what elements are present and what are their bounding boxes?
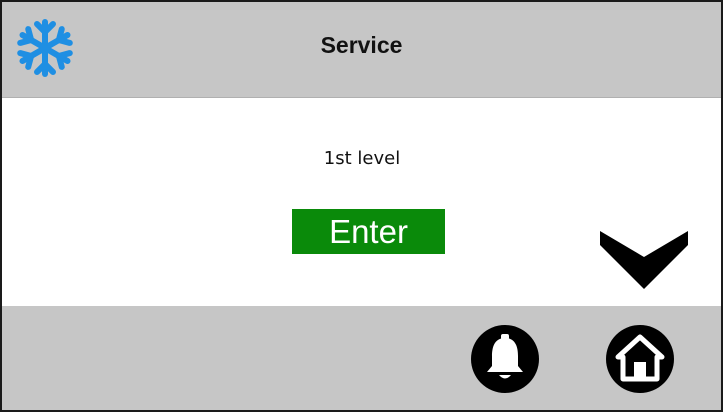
enter-button[interactable]: Enter xyxy=(292,209,445,254)
page-title: Service xyxy=(320,32,403,58)
footer-bar xyxy=(2,306,721,410)
home-icon xyxy=(606,325,674,393)
header-bar: Service xyxy=(2,2,721,98)
alarm-button[interactable] xyxy=(470,324,540,394)
bell-icon xyxy=(471,325,539,393)
level-label: 1st level xyxy=(323,148,401,169)
service-screen: Service 1st level Enter xyxy=(0,0,723,412)
content-area: 1st level Enter xyxy=(2,98,721,306)
home-button[interactable] xyxy=(605,324,675,394)
chevron-down-icon[interactable] xyxy=(600,223,688,293)
